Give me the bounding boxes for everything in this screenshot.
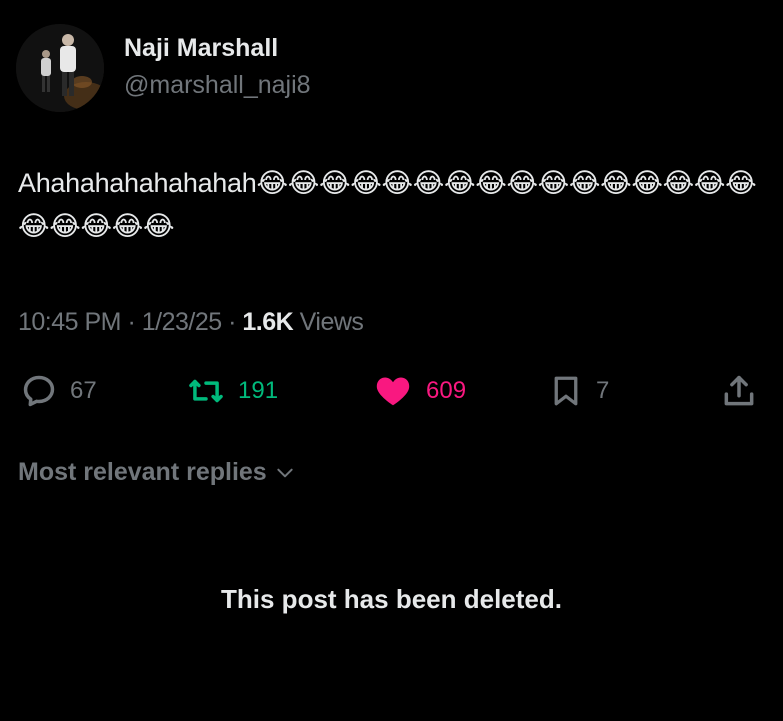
replies-sort-dropdown[interactable]: Most relevant replies [18,458,295,487]
tweet-time[interactable]: 10:45 PM [18,308,122,336]
like-count: 609 [426,377,467,404]
avatar[interactable] [16,24,104,112]
chevron-down-icon [277,468,293,477]
retweet-count: 191 [238,377,279,404]
retweet-icon [189,379,223,403]
tweet-detail: Naji Marshall @marshall_naji8 Ahahahahah… [0,0,783,721]
share-icon [724,375,754,406]
action-bar: 67 191 609 7 [0,368,783,414]
avatar-photo [16,24,104,112]
bookmark-icon [554,376,578,406]
display-name[interactable]: Naji Marshall [124,34,278,63]
retweet-button[interactable]: 191 [186,368,278,414]
tweet-date[interactable]: 1/23/25 [142,308,222,336]
share-button[interactable] [720,368,758,414]
views-label: Views [299,308,364,336]
meta-separator: · [127,308,136,336]
user-handle[interactable]: @marshall_naji8 [124,71,311,100]
bookmark-button[interactable]: 7 [548,368,609,414]
heart-icon [376,377,410,406]
reply-count: 67 [70,377,97,404]
bookmark-count: 7 [596,377,610,404]
like-button[interactable]: 609 [372,368,466,414]
replies-sort-label: Most relevant replies [18,458,267,486]
meta-separator: · [228,308,236,336]
tweet-meta: 10:45 PM · 1/23/25 · 1.6K Views [18,308,364,337]
views-count: 1.6K [242,308,294,336]
tweet-text: Ahahahahahahahah😂😂😂😂😂😂😂😂😂😂😂😂😂😂😂😂😂😂😂😂😂 [18,168,757,241]
reply-icon [23,375,55,407]
reply-button[interactable]: 67 [20,368,97,414]
deleted-post-notice: This post has been deleted. [221,584,562,614]
